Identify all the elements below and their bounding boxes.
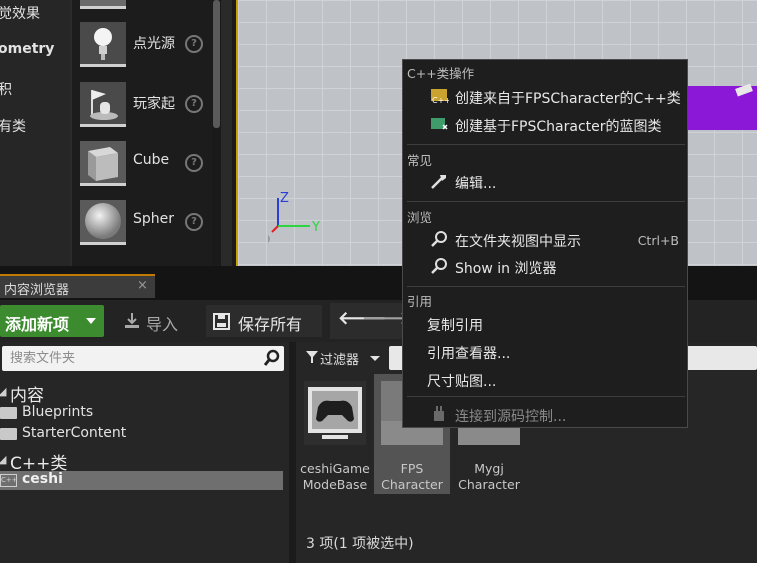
- tree-expand-icon[interactable]: ◢: [0, 385, 6, 398]
- menu-separator: [407, 396, 685, 397]
- chevron-down-icon: [86, 318, 96, 324]
- history-navigation: 🡐 🡒: [330, 303, 410, 339]
- modes-asset-list: 点光源 ? 玩家起 ? Cube ? Spher ?: [72, 0, 212, 266]
- menu-separator: [407, 286, 685, 287]
- asset-label: 玩家起: [133, 96, 175, 112]
- menu-separator: [407, 144, 685, 145]
- menu-section-browse: 浏览: [407, 210, 433, 225]
- gizmo-z-label: Z: [280, 191, 289, 206]
- tree-item-ceshi[interactable]: ceshi: [22, 471, 63, 487]
- asset-label: Spher: [133, 211, 175, 227]
- folder-search-box[interactable]: [2, 346, 284, 371]
- gizmo-y-label: Y: [311, 220, 320, 235]
- save-all-label: 保存所有: [238, 315, 303, 334]
- category-volumes[interactable]: 积: [0, 79, 12, 99]
- tree-expand-icon[interactable]: ◢: [0, 453, 6, 466]
- help-icon[interactable]: ?: [185, 95, 203, 113]
- category-geometry[interactable]: ometry: [0, 41, 54, 57]
- folder-icon: [0, 407, 17, 419]
- help-icon[interactable]: ?: [185, 35, 203, 53]
- modes-category-list: 觉效果 ometry 积 有类: [0, 0, 70, 266]
- tree-item-blueprints[interactable]: Blueprints: [22, 404, 93, 420]
- menu-separator: [407, 201, 685, 202]
- search-icon: [263, 349, 280, 366]
- filters-label: 过滤器: [320, 353, 360, 368]
- menu-section-references: 引用: [407, 294, 433, 309]
- asset-label: Cube: [133, 152, 170, 168]
- viewport-actor-icon: [735, 83, 753, 97]
- cpp-folder-icon: C++: [0, 474, 18, 487]
- import-icon: [125, 313, 139, 328]
- menu-section-common: 常见: [407, 153, 433, 168]
- save-icon: [213, 313, 230, 330]
- cube-icon: [80, 141, 126, 186]
- category-visual-effects[interactable]: 觉效果: [0, 3, 40, 23]
- import-button[interactable]: 导入: [114, 305, 200, 337]
- help-icon[interactable]: ?: [185, 213, 203, 231]
- modes-scrollbar-thumb[interactable]: [213, 0, 220, 128]
- cpp-class-icon: C++: [431, 89, 449, 105]
- save-all-button[interactable]: 保存所有: [206, 305, 322, 337]
- menu-item-create-cpp-class[interactable]: C++ 创建来自于FPSCharacter的C++类: [405, 83, 685, 109]
- asset-name: FPS Character: [381, 461, 443, 492]
- player-start-icon: [80, 82, 126, 127]
- menu-item-show-in-browser[interactable]: Show in 浏览器: [405, 253, 685, 279]
- menu-item-create-blueprint-class[interactable]: 创建基于FPSCharacter的蓝图类: [405, 111, 685, 137]
- folder-search-input[interactable]: [8, 350, 252, 367]
- sphere-icon: [80, 200, 126, 245]
- plug-icon: [434, 406, 444, 421]
- chevron-down-icon: [370, 356, 380, 361]
- close-icon[interactable]: ×: [137, 278, 148, 293]
- add-new-label: 添加新项: [5, 315, 70, 334]
- menu-item-copy-reference[interactable]: 复制引用: [405, 310, 685, 336]
- asset-context-menu: C++类操作 C++ 创建来自于FPSCharacter的C++类 创建基于FP…: [402, 59, 688, 428]
- gamemode-icon: [304, 381, 366, 445]
- asset-thumbnail: [80, 0, 126, 9]
- magnifier-icon: [431, 258, 447, 274]
- folder-icon: [0, 428, 17, 440]
- menu-item-size-map[interactable]: 尺寸贴图...: [405, 366, 685, 392]
- asset-row-cube[interactable]: Cube ?: [72, 139, 212, 195]
- asset-tile-ceshigamemodebase[interactable]: ceshiGame ModeBase: [300, 377, 370, 492]
- menu-item-reference-viewer[interactable]: 引用查看器...: [405, 338, 685, 364]
- asset-name: Mygj Character: [458, 461, 520, 492]
- asset-row-point-light[interactable]: 点光源 ?: [72, 20, 212, 76]
- menu-item-edit[interactable]: 编辑...: [405, 168, 685, 194]
- filter-icon: [306, 351, 318, 363]
- tree-item-startercontent[interactable]: StarterContent: [22, 425, 126, 441]
- axis-gizmo: Z Y: [268, 191, 320, 243]
- svg-text:C++: C++: [432, 96, 449, 105]
- asset-row-player-start[interactable]: 玩家起 ?: [72, 80, 212, 136]
- add-new-button[interactable]: 添加新项: [0, 305, 104, 337]
- tab-label: 内容浏览器: [4, 283, 70, 298]
- asset-label: 点光源: [133, 36, 175, 52]
- asset-name: ceshiGame ModeBase: [300, 461, 370, 492]
- category-all-classes[interactable]: 有类: [0, 116, 26, 136]
- import-label: 导入: [146, 315, 179, 334]
- point-light-icon: [80, 22, 126, 67]
- menu-section-cpp-actions: C++类操作: [407, 66, 475, 81]
- menu-item-show-in-folder-view[interactable]: 在文件夹视图中显示 Ctrl+B: [405, 226, 685, 252]
- tab-content-browser[interactable]: 内容浏览器 ×: [0, 274, 155, 298]
- tree-item-content[interactable]: 内容: [10, 381, 44, 406]
- menu-item-connect-source-control[interactable]: 连接到源码控制...: [405, 401, 685, 427]
- asset-row-partial[interactable]: [72, 0, 212, 18]
- help-icon[interactable]: ?: [185, 154, 203, 172]
- asset-row-sphere[interactable]: Spher ?: [72, 198, 212, 254]
- asset-count-status: 3 项(1 项被选中): [306, 536, 414, 552]
- magnifier-icon: [431, 231, 447, 247]
- shortcut-label: Ctrl+B: [637, 233, 679, 248]
- edit-icon: [431, 175, 446, 189]
- blueprint-class-icon: [431, 118, 448, 130]
- filters-button[interactable]: 过滤器: [300, 346, 382, 370]
